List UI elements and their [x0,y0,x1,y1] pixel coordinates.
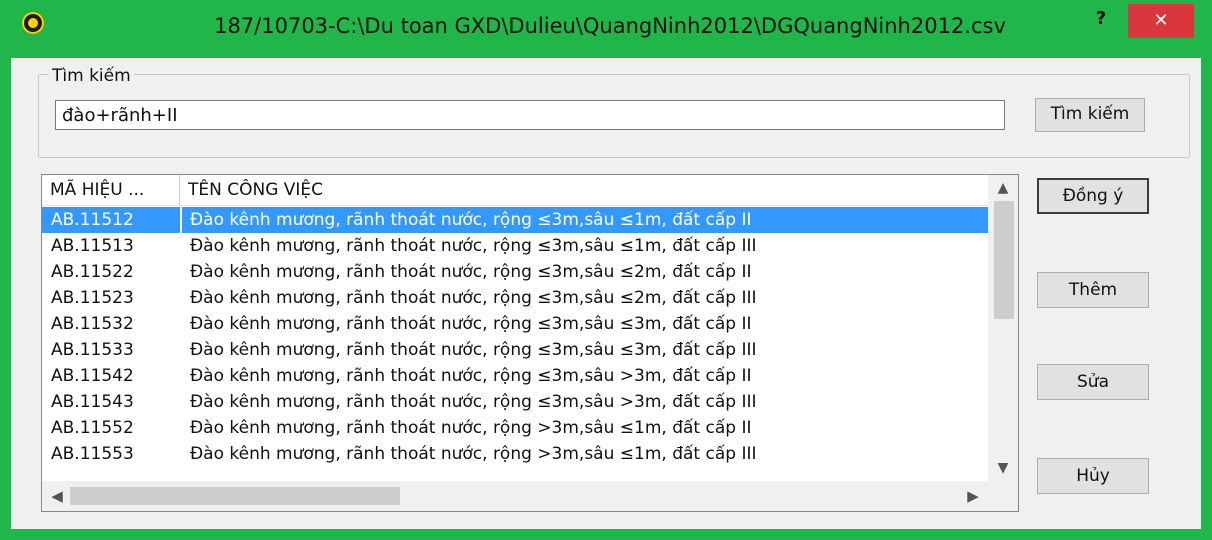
search-group-label: Tìm kiếm [49,66,134,86]
row-code: AB.11542 [51,366,134,386]
vertical-scrollbar[interactable]: ▲ ▼ [988,175,1018,481]
row-code: AB.11533 [51,340,134,360]
row-name: Đào kênh mương, rãnh thoát nước, rộng ≤3… [190,236,757,256]
app-logo-icon [22,12,44,34]
dialog-window: 187/10703-C:\Du toan GXD\Dulieu\QuangNin… [0,0,1212,540]
add-button[interactable]: Thêm [1037,272,1149,308]
list-row[interactable]: AB.11532 Đào kênh mương, rãnh thoát nước… [42,311,988,337]
cancel-button[interactable]: Hủy [1037,458,1149,494]
row-name: Đào kênh mương, rãnh thoát nước, rộng ≤3… [190,392,757,412]
row-name: Đào kênh mương, rãnh thoát nước, rộng ≤3… [190,366,752,386]
scroll-right-icon[interactable]: ▶ [960,481,986,511]
scroll-left-icon[interactable]: ◀ [44,481,70,511]
scrollbar-corner [988,481,1018,511]
list-row[interactable]: AB.11552 Đào kênh mương, rãnh thoát nước… [42,415,988,441]
ok-button[interactable]: Đồng ý [1037,178,1149,214]
column-header-code[interactable]: MÃ HIỆU ... [42,175,180,205]
list-row[interactable]: AB.11522 Đào kênh mương, rãnh thoát nước… [42,259,988,285]
help-button[interactable]: ? [1086,6,1116,32]
row-code: AB.11513 [51,236,134,256]
horizontal-scrollbar[interactable]: ◀ ▶ [42,481,988,511]
search-button[interactable]: Tìm kiếm [1035,98,1145,132]
list-row[interactable]: AB.11523 Đào kênh mương, rãnh thoát nước… [42,285,988,311]
edit-button[interactable]: Sửa [1037,364,1149,400]
vertical-scroll-thumb[interactable] [994,201,1014,319]
row-code: AB.11523 [51,288,134,308]
row-name: Đào kênh mương, rãnh thoát nước, rộng ≤3… [190,288,757,308]
dialog-body: Tìm kiếm Tìm kiếm MÃ HIỆU ... TÊN CÔNG V… [11,58,1201,529]
horizontal-scroll-thumb[interactable] [70,487,400,505]
scroll-up-icon[interactable]: ▲ [988,175,1018,201]
close-button[interactable]: ✕ [1128,4,1194,38]
work-item-list[interactable]: MÃ HIỆU ... TÊN CÔNG VIỆC AB.11512 Đào k… [41,174,1019,512]
row-code: AB.11532 [51,314,134,334]
row-code: AB.11512 [51,210,134,230]
row-code: AB.11553 [51,444,134,464]
row-name: Đào kênh mương, rãnh thoát nước, rộng ≤3… [190,210,752,230]
row-name: Đào kênh mương, rãnh thoát nước, rộng >3… [190,418,752,438]
title-bar[interactable]: 187/10703-C:\Du toan GXD\Dulieu\QuangNin… [0,0,1212,60]
row-name: Đào kênh mương, rãnh thoát nước, rộng >3… [190,444,757,464]
row-code: AB.11552 [51,418,134,438]
row-code: AB.11522 [51,262,134,282]
window-title: 187/10703-C:\Du toan GXD\Dulieu\QuangNin… [214,14,1006,38]
list-row[interactable]: AB.11542 Đào kênh mương, rãnh thoát nước… [42,363,988,389]
column-header-name[interactable]: TÊN CÔNG VIỆC [180,175,988,205]
list-header: MÃ HIỆU ... TÊN CÔNG VIỆC [42,175,988,206]
row-name: Đào kênh mương, rãnh thoát nước, rộng ≤3… [190,314,752,334]
row-name: Đào kênh mương, rãnh thoát nước, rộng ≤3… [190,262,752,282]
list-row[interactable]: AB.11533 Đào kênh mương, rãnh thoát nước… [42,337,988,363]
list-row[interactable]: AB.11543 Đào kênh mương, rãnh thoát nước… [42,389,988,415]
list-row-selected[interactable]: AB.11512 Đào kênh mương, rãnh thoát nước… [42,207,988,233]
list-rows: AB.11512 Đào kênh mương, rãnh thoát nước… [42,207,988,467]
scroll-down-icon[interactable]: ▼ [988,455,1018,481]
search-input[interactable] [55,100,1005,130]
row-code: AB.11543 [51,392,134,412]
list-row[interactable]: AB.11513 Đào kênh mương, rãnh thoát nước… [42,233,988,259]
row-name: Đào kênh mương, rãnh thoát nước, rộng ≤3… [190,340,757,360]
list-row[interactable]: AB.11553 Đào kênh mương, rãnh thoát nước… [42,441,988,467]
